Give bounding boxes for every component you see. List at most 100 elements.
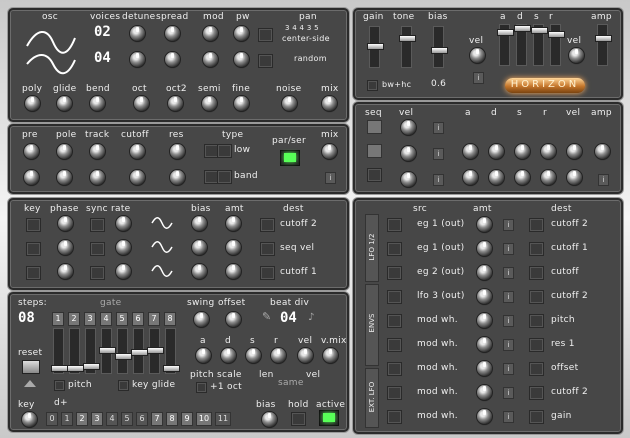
- lfo1-sync-toggle[interactable]: [90, 218, 105, 232]
- env-vel-knob-1[interactable]: [401, 120, 416, 135]
- pitch-checkbox[interactable]: [54, 380, 65, 391]
- seq-a-knob[interactable]: [196, 348, 211, 363]
- lfo2-sync-toggle[interactable]: [90, 242, 105, 256]
- matrix-src-toggle[interactable]: [387, 338, 402, 352]
- matrix-src[interactable]: eg 2 (out): [417, 267, 464, 277]
- matrix-row-1[interactable]: eg 1 (out) i cutoff 2: [385, 216, 615, 236]
- env-seq-toggle-2[interactable]: [367, 144, 382, 158]
- env-info-3[interactable]: i: [433, 174, 444, 186]
- matrix-dest[interactable]: cutoff 2: [551, 219, 588, 229]
- pre-knob[interactable]: [24, 144, 39, 159]
- spread-knob[interactable]: [165, 26, 180, 41]
- env2-s-knob[interactable]: [515, 170, 530, 185]
- oct-knob[interactable]: [134, 96, 149, 111]
- matrix-src[interactable]: mod wh.: [417, 363, 458, 373]
- matrix-row-2[interactable]: eg 1 (out) i cutoff 1: [385, 240, 615, 260]
- matrix-dest-toggle[interactable]: [529, 314, 544, 328]
- spread-knob-2[interactable]: [165, 52, 180, 67]
- parser-button[interactable]: [280, 150, 300, 166]
- seq-d-knob[interactable]: [221, 348, 236, 363]
- matrix-dest[interactable]: cutoff: [551, 267, 579, 277]
- matrix-dest[interactable]: res 1: [551, 339, 575, 349]
- lfo1-rate-knob[interactable]: [116, 216, 131, 231]
- release-slider[interactable]: [548, 24, 565, 66]
- pole-knob[interactable]: [57, 144, 72, 159]
- low-label[interactable]: low: [234, 145, 250, 155]
- hold-toggle[interactable]: [291, 412, 306, 426]
- pole-knob-2[interactable]: [57, 170, 72, 185]
- type-toggle-2[interactable]: [217, 144, 232, 158]
- decay-slider[interactable]: [514, 24, 531, 66]
- step-1-button[interactable]: 1: [52, 312, 64, 326]
- pan-random-button[interactable]: random: [294, 54, 327, 63]
- matrix-dest-toggle[interactable]: [529, 338, 544, 352]
- matrix-info[interactable]: i: [503, 291, 514, 303]
- matrix-src-toggle[interactable]: [387, 266, 402, 280]
- step-4-slider[interactable]: [99, 328, 116, 374]
- track-knob[interactable]: [90, 144, 105, 159]
- env1-s-knob[interactable]: [515, 144, 530, 159]
- matrix-info[interactable]: i: [503, 339, 514, 351]
- lfo1-dest-toggle[interactable]: [260, 218, 275, 232]
- matrix-src[interactable]: mod wh.: [417, 315, 458, 325]
- cutoff-knob-2[interactable]: [130, 170, 145, 185]
- matrix-dest-toggle[interactable]: [529, 410, 544, 424]
- lfo3-dest-toggle[interactable]: [260, 266, 275, 280]
- step-3-button[interactable]: 3: [84, 312, 96, 326]
- osc2-waveform-icon[interactable]: [23, 50, 79, 82]
- matrix-row-4[interactable]: lfo 3 (out) i cutoff 2: [385, 288, 615, 308]
- env2-a-knob[interactable]: [463, 170, 478, 185]
- step-1-slider[interactable]: [51, 328, 68, 374]
- mix-knob[interactable]: [322, 96, 337, 111]
- matrix-dest[interactable]: offset: [551, 363, 578, 373]
- filter-mix-knob[interactable]: [322, 144, 337, 159]
- matrix-info[interactable]: i: [503, 243, 514, 255]
- lfo2-dest[interactable]: seq vel: [280, 243, 314, 253]
- glide-knob[interactable]: [57, 96, 72, 111]
- lfo3-dest[interactable]: cutoff 1: [280, 267, 317, 277]
- lfo3-bias-knob[interactable]: [192, 264, 207, 279]
- matrix-info[interactable]: i: [503, 387, 514, 399]
- lfo1-amt-knob[interactable]: [226, 216, 241, 231]
- env-seq-toggle-1[interactable]: [367, 120, 382, 134]
- bw-hc-checkbox[interactable]: [367, 80, 378, 91]
- matrix-dest-toggle[interactable]: [529, 242, 544, 256]
- env2-r-knob[interactable]: [541, 170, 556, 185]
- matrix-src-toggle[interactable]: [387, 410, 402, 424]
- env-info-1[interactable]: i: [433, 122, 444, 134]
- bend-knob[interactable]: [90, 96, 105, 111]
- tone-slider[interactable]: [399, 26, 416, 68]
- matrix-info[interactable]: i: [503, 411, 514, 423]
- matrix-src[interactable]: eg 1 (out): [417, 243, 464, 253]
- seq-vmix-knob[interactable]: [323, 348, 338, 363]
- detune-knob[interactable]: [130, 26, 145, 41]
- track-knob-2[interactable]: [90, 170, 105, 185]
- lfo1-phase-knob[interactable]: [58, 216, 73, 231]
- step-8-slider[interactable]: [163, 328, 180, 374]
- seq-vel-knob[interactable]: [298, 348, 313, 363]
- seq-s-knob[interactable]: [246, 348, 261, 363]
- matrix-src-toggle[interactable]: [387, 386, 402, 400]
- matrix-amt-knob[interactable]: [477, 385, 492, 400]
- matrix-amt-knob[interactable]: [477, 409, 492, 424]
- matrix-amt-knob[interactable]: [477, 241, 492, 256]
- matrix-amt-knob[interactable]: [477, 337, 492, 352]
- env-vel-knob[interactable]: [569, 48, 584, 63]
- step-7-slider[interactable]: [147, 328, 164, 374]
- lfo1-key-toggle[interactable]: [26, 218, 41, 232]
- lfo2-bias-knob[interactable]: [192, 240, 207, 255]
- key-10-button[interactable]: 10: [196, 412, 212, 426]
- lfo2-sine-icon[interactable]: [150, 240, 174, 254]
- matrix-src-toggle[interactable]: [387, 290, 402, 304]
- lfo3-key-toggle[interactable]: [26, 266, 41, 280]
- mod-knob[interactable]: [203, 26, 218, 41]
- step-6-button[interactable]: 6: [132, 312, 144, 326]
- env2-d-knob[interactable]: [489, 170, 504, 185]
- matrix-row-8[interactable]: mod wh. i cutoff 2: [385, 384, 615, 404]
- env1-d-knob[interactable]: [489, 144, 504, 159]
- cutoff-knob[interactable]: [130, 144, 145, 159]
- band-label[interactable]: band: [234, 171, 258, 181]
- beat-div-display[interactable]: 04: [280, 310, 297, 326]
- matrix-amt-knob[interactable]: [477, 313, 492, 328]
- key-3-button[interactable]: 3: [91, 412, 103, 426]
